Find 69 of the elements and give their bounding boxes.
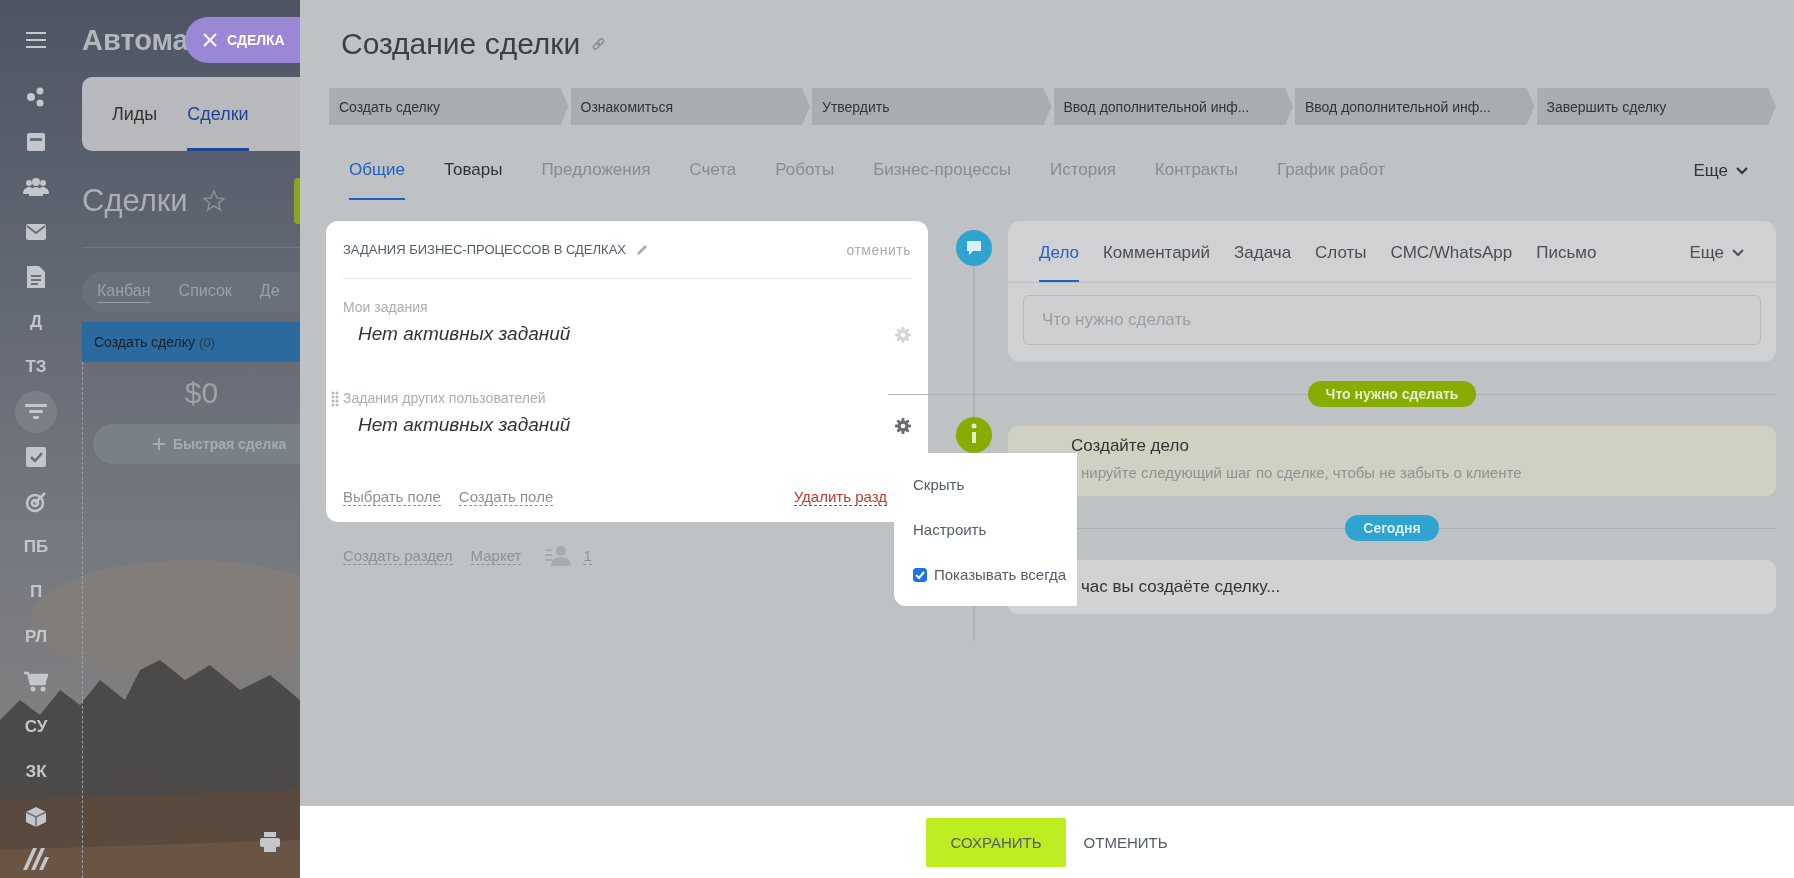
stage-step[interactable]: Ознакомиться [570,88,810,125]
timeline-text: час вы создаёте сделку... [1081,577,1281,597]
target-icon [25,490,47,513]
section-badge: Что нужно сделать [1307,381,1477,407]
dashed-link[interactable]: Создать поле [458,488,554,506]
checked-square-icon [26,446,46,467]
printer-icon[interactable] [260,832,280,852]
dashed-link[interactable]: Выбрать поле [343,488,441,506]
stage-step[interactable]: Ввод дополнительной инф... [1295,88,1535,125]
tab[interactable]: Дело [1039,221,1079,282]
stage-step[interactable]: Ввод дополнительной инф... [1053,88,1293,125]
more-button[interactable]: Еще [1687,134,1754,200]
column-count: (0) [199,334,215,350]
field-label: Задания других пользователей [343,390,547,406]
tab[interactable]: Сделки [187,77,249,151]
sidebar-item[interactable]: П [13,569,59,614]
people-icon [23,176,49,197]
heading: Сделки [82,183,188,219]
column-header[interactable]: Создать сделку (0) [82,322,300,362]
checkbox[interactable] [913,567,927,582]
plus-icon [153,438,165,450]
cancel-link[interactable]: отменить [846,241,911,258]
stage-step[interactable]: Создать сделку [329,88,569,125]
more-button[interactable]: Еще [1683,221,1750,282]
sidebar-item[interactable]: ТЗ [13,344,59,389]
sidebar-item[interactable]: ЗК [13,749,59,794]
cart-icon [24,670,48,693]
chevron-icon [1736,166,1748,175]
cancel-button[interactable]: ОТМЕНИТЬ [1083,833,1168,851]
stage-step[interactable]: Утвердить [812,88,1052,125]
save-button[interactable]: СОХРАНИТЬ [926,817,1066,867]
tab[interactable]: Товары [443,134,503,200]
date-badge: Сегодня [1345,515,1439,541]
chevron-icon [1732,249,1744,257]
chat-icon [956,230,992,266]
link-icon[interactable] [592,37,606,51]
delete-link[interactable]: Удалить разд [793,488,887,506]
stage-step[interactable]: Завершить сделку [1536,88,1776,125]
field-label: Мои задания [343,299,429,315]
tab[interactable]: Лиды [112,77,158,151]
star-icon[interactable] [201,189,226,213]
sidebar-item[interactable]: РЛ [13,614,59,659]
menu-item[interactable]: Скрыть [913,462,1077,507]
drag-handle-icon[interactable] [331,391,339,407]
hint-title: Создайте дело [1071,436,1190,456]
gear-icon[interactable] [895,418,911,434]
stripes-icon [23,847,49,870]
cube-icon [25,805,47,828]
column-title: Создать сделку [94,334,196,350]
tab[interactable]: Общие [349,134,405,200]
info-icon [956,417,992,453]
sidebar-item[interactable]: СУ [13,704,59,749]
tab[interactable]: Слоты [1315,221,1367,282]
hint-text: нируйте следующий шаг по сделке, чтобы не забыть о клиенте [1081,464,1523,481]
tab[interactable]: Письмо [1536,221,1597,282]
tab[interactable]: СМС/WhatsApp [1390,221,1513,282]
window-title: Создание сделки [341,27,581,61]
menu-item[interactable]: Настроить [913,507,1077,552]
close-icon [203,33,217,47]
menu-item[interactable]: Показывать всегда [913,552,1077,597]
pencil-icon[interactable] [636,243,648,256]
field-value: Нет активных заданий [358,323,571,345]
tab[interactable]: Комментарий [1102,221,1211,282]
sidebar-item[interactable]: Д [13,299,59,344]
tab[interactable]: Задача [1234,221,1292,282]
field-value: Нет активных заданий [358,414,571,436]
section-title: ЗАДАНИЯ БИЗНЕС-ПРОЦЕССОВ В СДЕЛКАХ [343,242,626,257]
filter-icon [25,403,47,420]
sidebar-item[interactable]: ПБ [13,524,59,569]
